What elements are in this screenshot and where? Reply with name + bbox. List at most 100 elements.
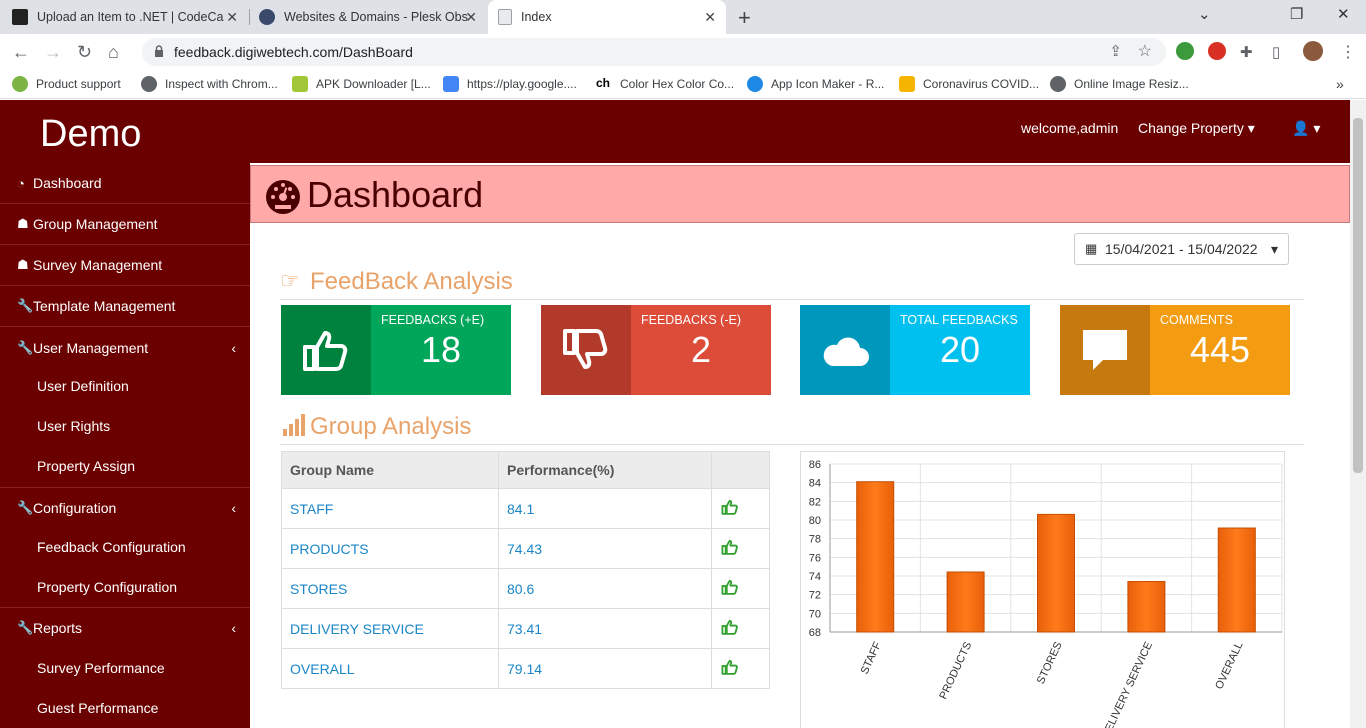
- info-box-label: FEEDBACKS (+E): [381, 313, 485, 327]
- close-icon[interactable]: ✕: [465, 9, 477, 26]
- welcome-text: welcome,admin: [1021, 120, 1119, 136]
- sidebar-subitem-feedback-configuration[interactable]: Feedback Configuration: [37, 539, 186, 555]
- colorhex-icon: ch: [596, 76, 612, 92]
- info-box-label: FEEDBACKS (-E): [641, 313, 742, 327]
- bookmark-label: Online Image Resiz...: [1074, 77, 1189, 91]
- table-header-row: Group Name Performance(%): [281, 451, 770, 489]
- reload-icon[interactable]: ↻: [77, 42, 92, 63]
- user-menu-button[interactable]: 👤 ▾: [1292, 120, 1320, 137]
- bookmark[interactable]: Online Image Resiz...: [1050, 76, 1189, 92]
- dashboard-icon: ◔: [17, 175, 25, 191]
- sidebar-subitem-property-configuration[interactable]: Property Configuration: [37, 579, 177, 595]
- share-icon[interactable]: ⇪: [1109, 42, 1122, 60]
- brand-logo[interactable]: Demo: [40, 113, 141, 156]
- sidebar-item-label: User Management: [33, 339, 149, 356]
- dashboard-header: Dashboard: [250, 165, 1350, 223]
- sidepanel-icon[interactable]: ▯: [1272, 43, 1280, 61]
- sidebar-subitem-user-definition[interactable]: User Definition: [37, 378, 129, 394]
- tab-title: Websites & Domains - Plesk Obs: [284, 10, 468, 24]
- bookmark[interactable]: APK Downloader [L...: [292, 76, 431, 92]
- browser-tab[interactable]: Upload an Item to .NET | CodeCa ✕: [12, 0, 248, 34]
- bookmark-label: App Icon Maker - R...: [771, 77, 885, 91]
- bookmark[interactable]: Inspect with Chrom...: [141, 76, 278, 92]
- forward-icon[interactable]: →: [44, 42, 62, 63]
- column-header-group-name[interactable]: Group Name: [281, 451, 499, 489]
- covid-icon: [899, 76, 915, 92]
- info-box-value: 2: [690, 329, 712, 370]
- browser-tab-active[interactable]: Index ✕: [488, 0, 726, 34]
- sidebar-item-survey-management[interactable]: ☗ Survey Management: [0, 245, 250, 286]
- y-tick-label: 80: [809, 515, 821, 527]
- change-property-dropdown[interactable]: Change Property ▾: [1138, 120, 1255, 137]
- address-bar[interactable]: feedback.digiwebtech.com/DashBoard ⇪ ☆: [142, 38, 1166, 66]
- home-icon[interactable]: ⌂: [108, 42, 119, 63]
- y-tick-label: 86: [809, 459, 821, 471]
- bookmark[interactable]: https://play.google....: [443, 76, 577, 92]
- sidebar-item-dashboard[interactable]: ◔ Dashboard: [0, 163, 250, 204]
- bar-chart-icon: [283, 414, 305, 436]
- sidebar-item-template-management[interactable]: 🔧 Template Management: [0, 286, 250, 327]
- page-scrollbar[interactable]: [1350, 100, 1366, 728]
- extension-icon[interactable]: [1176, 42, 1194, 60]
- bookmark[interactable]: Coronavirus COVID...: [899, 76, 1039, 92]
- new-tab-icon[interactable]: +: [738, 5, 751, 31]
- close-icon[interactable]: ✕: [226, 9, 238, 26]
- top-navbar: Demo welcome,admin Change Property ▾ 👤 ▾: [0, 100, 1350, 163]
- close-icon[interactable]: ✕: [704, 9, 716, 26]
- adblock-icon[interactable]: [1208, 42, 1226, 60]
- info-box-positive: FEEDBACKS (+E) 18: [281, 305, 511, 395]
- back-icon[interactable]: ←: [12, 42, 30, 63]
- profile-avatar[interactable]: [1303, 41, 1323, 61]
- performance-cell: 74.43: [498, 528, 712, 569]
- x-tick-label: OVERALL: [1213, 640, 1245, 691]
- group-name-cell[interactable]: OVERALL: [281, 648, 499, 689]
- globe-icon: [141, 76, 157, 92]
- browser-tab[interactable]: Websites & Domains - Plesk Obs ✕: [259, 0, 487, 34]
- bookmark-icon: [292, 76, 308, 92]
- x-tick-label: PRODUCTS: [937, 640, 974, 701]
- group-name-cell[interactable]: STAFF: [281, 488, 499, 529]
- extensions-puzzle-icon[interactable]: ✚: [1240, 43, 1253, 61]
- sidebar-item-label: Configuration: [33, 500, 117, 516]
- y-tick-label: 72: [809, 590, 821, 602]
- bookmark[interactable]: App Icon Maker - R...: [747, 76, 884, 92]
- more-bookmarks-icon[interactable]: »: [1336, 76, 1344, 92]
- sidebar-item-label: Group Management: [33, 216, 158, 232]
- x-tick-label: DELIVERY SERVICE: [1100, 640, 1155, 728]
- group-name-cell[interactable]: STORES: [281, 568, 499, 609]
- window-close-icon[interactable]: ✕: [1337, 5, 1350, 23]
- sidebar-subitem-survey-performance[interactable]: Survey Performance: [37, 660, 165, 676]
- date-range-picker[interactable]: ▦ 15/04/2021 - 15/04/2022 ▾: [1074, 233, 1289, 265]
- sidebar-subitem-property-assign[interactable]: Property Assign: [37, 458, 135, 474]
- bookmark[interactable]: ch Color Hex Color Co...: [596, 76, 734, 92]
- group-name-cell[interactable]: PRODUCTS: [281, 528, 499, 569]
- menu-dots-icon[interactable]: ⋮: [1340, 42, 1356, 62]
- bookmark-icon: [12, 76, 28, 92]
- sidebar-subitem-guest-performance[interactable]: Guest Performance: [37, 700, 158, 716]
- column-header-performance[interactable]: Performance(%): [498, 451, 712, 489]
- info-box-label: TOTAL FEEDBACKS: [900, 313, 1018, 327]
- sidebar-item-configuration[interactable]: 🔧 Configuration ‹: [0, 487, 250, 528]
- info-box-value: 445: [1189, 329, 1251, 370]
- star-icon[interactable]: ☆: [1138, 41, 1152, 61]
- thumbs-up-icon: [711, 568, 770, 609]
- y-tick-label: 74: [809, 571, 821, 583]
- bookmark[interactable]: Product support: [12, 76, 121, 92]
- sidebar-item-label: Survey Management: [33, 257, 163, 273]
- date-range-value: 15/04/2021 - 15/04/2022: [1105, 241, 1258, 257]
- y-tick-label: 84: [809, 478, 821, 490]
- address-bar-row: ← → ↻ ⌂ feedback.digiwebtech.com/DashBoa…: [0, 34, 1366, 70]
- table-row: STAFF 84.1: [281, 488, 770, 529]
- sidebar-subitem-user-rights[interactable]: User Rights: [37, 418, 110, 434]
- bookmark-label: Product support: [36, 77, 121, 91]
- table-row: DELIVERY SERVICE 73.41: [281, 608, 770, 649]
- sidebar-item-user-management[interactable]: 🔧 User Management ‹: [0, 327, 250, 368]
- minimize-icon[interactable]: ⌄: [1198, 5, 1211, 23]
- bookmark-label: APK Downloader [L...: [316, 77, 431, 91]
- scrollbar-thumb[interactable]: [1353, 118, 1363, 473]
- group-name-cell[interactable]: DELIVERY SERVICE: [281, 608, 499, 649]
- restore-icon[interactable]: ❐: [1290, 5, 1303, 23]
- sidebar-item-reports[interactable]: 🔧 Reports ‹: [0, 607, 250, 648]
- sidebar-item-group-management[interactable]: ☗ Group Management: [0, 204, 250, 245]
- y-tick-label: 68: [809, 627, 821, 639]
